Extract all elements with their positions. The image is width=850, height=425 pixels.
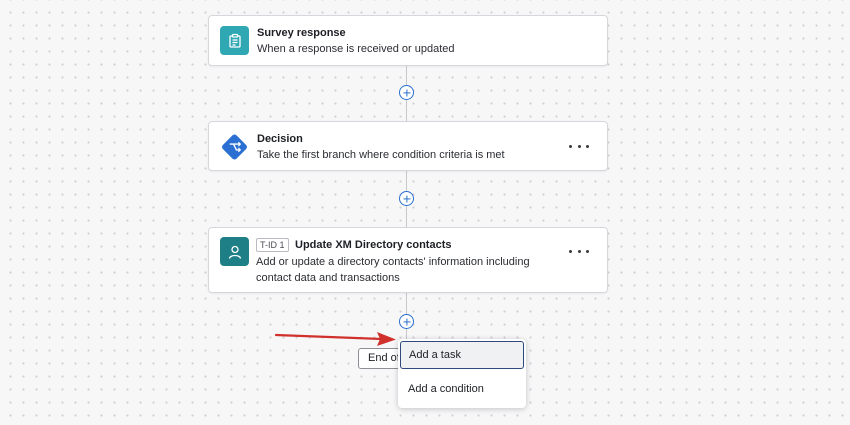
decision-branch-icon <box>220 132 249 161</box>
add-step-button[interactable] <box>399 191 414 206</box>
decision-card[interactable]: Decision Take the first branch where con… <box>208 121 608 171</box>
person-icon <box>220 237 249 266</box>
more-options-icon[interactable] <box>569 140 589 152</box>
clipboard-icon <box>220 26 249 55</box>
card-description-line-1: Add or update a directory contacts' info… <box>256 256 530 268</box>
card-description: Take the first branch where condition cr… <box>257 149 505 161</box>
menu-item-add-condition[interactable]: Add a condition <box>398 376 526 402</box>
add-step-menu: Add a task Add a condition <box>398 339 526 408</box>
add-step-button[interactable] <box>399 314 414 329</box>
card-title: Decision <box>257 133 303 145</box>
annotation-arrow-icon <box>274 332 396 346</box>
add-step-button[interactable] <box>399 85 414 100</box>
menu-item-add-task[interactable]: Add a task <box>400 341 524 369</box>
task-card-update-xm-directory[interactable]: T-ID 1 Update XM Directory contacts Add … <box>208 227 608 293</box>
task-id-badge: T-ID 1 <box>256 238 289 252</box>
card-description: When a response is received or updated <box>257 43 455 55</box>
trigger-card-survey-response[interactable]: Survey response When a response is recei… <box>208 15 608 66</box>
more-options-icon[interactable] <box>569 245 589 257</box>
card-title: Survey response <box>257 27 346 39</box>
card-title: Update XM Directory contacts <box>295 239 452 251</box>
card-description-line-2: contact data and transactions <box>256 272 400 284</box>
